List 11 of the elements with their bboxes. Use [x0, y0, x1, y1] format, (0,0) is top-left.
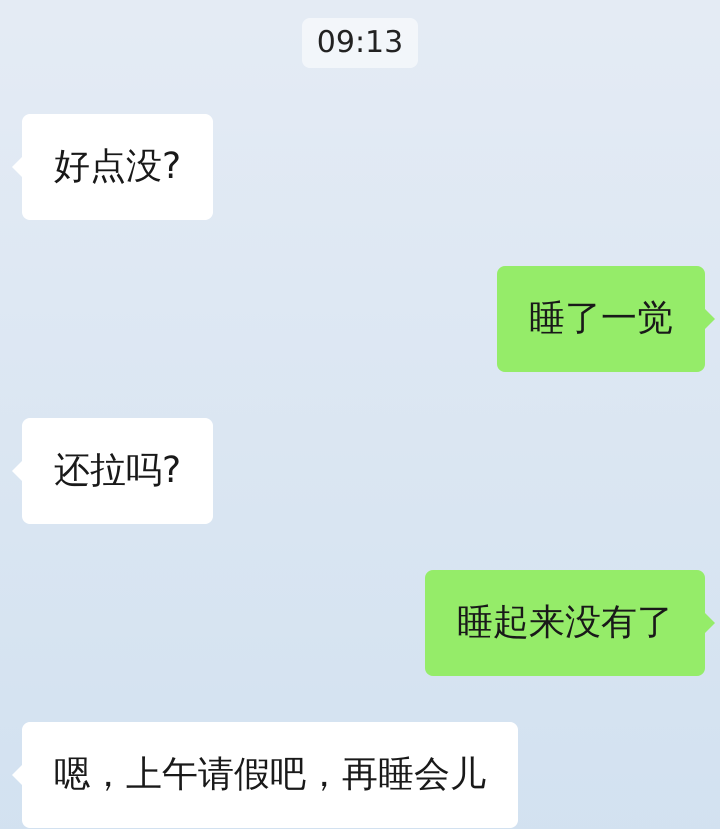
message-bubble: 还拉吗? [22, 418, 214, 524]
message-bubble: 嗯，上午请假吧，再睡会儿 [22, 722, 518, 828]
timestamp: 09:13 [302, 18, 418, 68]
bubble-tail [12, 157, 22, 177]
message-bubble: 好点没? [22, 114, 214, 220]
bubble-tail [705, 309, 715, 329]
message-bubble: 睡了一觉 [497, 266, 705, 372]
bubble-tail [12, 765, 22, 785]
bubble-tail [705, 613, 715, 633]
message-bubble: 睡起来没有了 [425, 570, 705, 676]
bubble-tail [12, 461, 22, 481]
